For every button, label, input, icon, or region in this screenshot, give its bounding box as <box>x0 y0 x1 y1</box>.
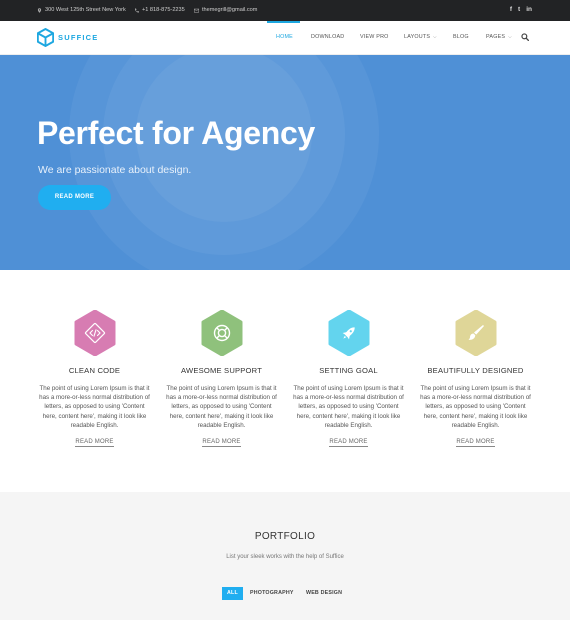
phone-icon <box>134 8 139 13</box>
hero-subtitle: We are passionate about design. <box>38 164 192 176</box>
hero-title: Perfect for Agency <box>37 115 315 151</box>
social-links: f t in <box>510 6 532 13</box>
feature-description: The point of using Lorem Ipsum is that i… <box>293 385 404 429</box>
address-text: 300 West 125th Street New York <box>45 7 126 13</box>
feature-title: CLEAN CODE <box>68 366 121 375</box>
twitter-icon[interactable]: t <box>518 6 520 13</box>
read-more-button[interactable]: READ MORE <box>38 185 111 210</box>
email-info[interactable]: themegrill@gmail.com <box>194 7 257 13</box>
portfolio-subtitle: List your sleek works with the help of S… <box>226 554 344 560</box>
hero-banner: Perfect for Agency We are passionate abo… <box>0 55 570 270</box>
hexagon-badge <box>201 310 242 356</box>
feature-card: SETTING GOAL The point of using Lorem Ip… <box>291 310 406 448</box>
feature-card: AWESOME SUPPORT The point of using Lorem… <box>164 310 279 448</box>
nav-blog[interactable]: BLOG <box>453 34 469 40</box>
filter-web-design[interactable]: WEB DESIGN <box>306 587 342 600</box>
email-text: themegrill@gmail.com <box>202 7 258 13</box>
portfolio-filters: ALL PHOTOGRAPHY WEB DESIGN <box>0 587 570 601</box>
hexagon-badge <box>328 310 369 356</box>
address-info: 300 West 125th Street New York <box>37 7 126 13</box>
feature-title: SETTING GOAL <box>319 366 378 375</box>
feature-card: BEAUTIFULLY DESIGNED The point of using … <box>418 310 533 448</box>
top-bar: 300 West 125th Street New York +1 818-87… <box>0 0 570 21</box>
phone-text: +1 818-875-2235 <box>142 7 185 13</box>
search-icon[interactable] <box>521 33 529 41</box>
nav-layouts-label: LAYOUTS <box>404 34 431 40</box>
nav-view-pro[interactable]: VIEW PRO <box>360 34 389 40</box>
hexagon-badge <box>74 310 115 356</box>
facebook-icon[interactable]: f <box>510 6 512 13</box>
feature-read-more-link[interactable]: READ MORE <box>456 439 495 448</box>
filter-photography[interactable]: PHOTOGRAPHY <box>250 587 294 600</box>
feature-title: BEAUTIFULLY DESIGNED <box>427 366 524 375</box>
nav-pages-label: PAGES <box>486 34 506 40</box>
nav-pages[interactable]: PAGES ⌵ <box>486 34 512 40</box>
site-header: SUFFICE HOME DOWNLOAD VIEW PRO LAYOUTS ⌵ … <box>0 21 570 55</box>
feature-title: AWESOME SUPPORT <box>180 366 263 375</box>
chevron-down-icon: ⌵ <box>433 34 437 39</box>
linkedin-icon[interactable]: in <box>526 6 532 13</box>
nav-download[interactable]: DOWNLOAD <box>311 34 344 40</box>
feature-description: The point of using Lorem Ipsum is that i… <box>420 385 531 429</box>
nav-layouts[interactable]: LAYOUTS ⌵ <box>404 34 437 40</box>
feature-description: The point of using Lorem Ipsum is that i… <box>39 385 150 429</box>
feature-read-more-link[interactable]: READ MORE <box>202 439 241 448</box>
chevron-down-icon: ⌵ <box>508 34 512 39</box>
phone-info[interactable]: +1 818-875-2235 <box>134 7 185 13</box>
main-nav: HOME DOWNLOAD VIEW PRO LAYOUTS ⌵ BLOG PAG… <box>0 21 570 55</box>
features-section: CLEAN CODE The point of using Lorem Ipsu… <box>0 270 570 492</box>
portfolio-section: PORTFOLIO List your sleek works with the… <box>0 492 570 620</box>
portfolio-title: PORTFOLIO <box>254 531 316 542</box>
nav-active-indicator <box>267 21 300 23</box>
feature-read-more-link[interactable]: READ MORE <box>329 439 368 448</box>
mail-icon <box>194 8 199 12</box>
nav-home[interactable]: HOME <box>276 34 293 40</box>
feature-card: CLEAN CODE The point of using Lorem Ipsu… <box>37 310 152 448</box>
map-pin-icon <box>37 7 42 13</box>
feature-read-more-link[interactable]: READ MORE <box>75 439 114 448</box>
hexagon-badge <box>455 310 496 356</box>
filter-all[interactable]: ALL <box>222 587 243 600</box>
feature-description: The point of using Lorem Ipsum is that i… <box>166 385 277 429</box>
